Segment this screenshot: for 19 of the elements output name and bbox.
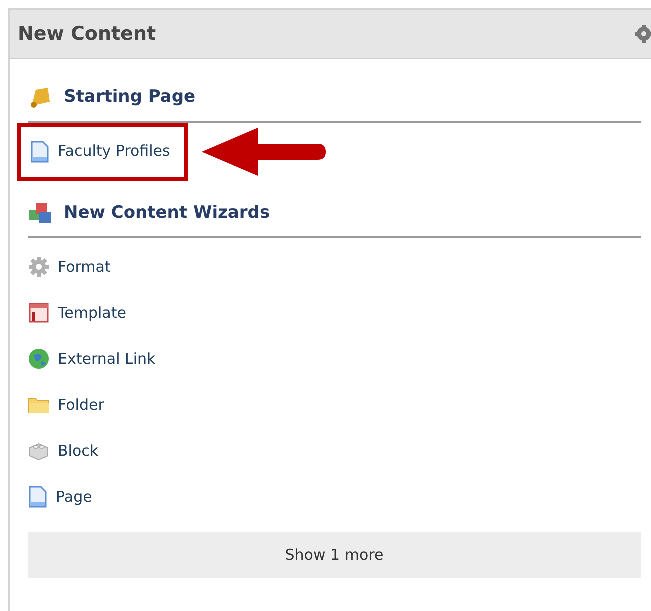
gear-icon: [28, 256, 50, 278]
page-icon: [30, 140, 50, 162]
content-link[interactable]: Template: [28, 302, 126, 324]
content-link[interactable]: Block: [28, 440, 99, 462]
section-heading: Starting Page: [64, 86, 196, 109]
settings-icon[interactable]: [633, 24, 651, 44]
template-icon: [28, 302, 50, 324]
page-icon: [28, 486, 48, 508]
globe-icon: [28, 348, 50, 370]
content-link[interactable]: Page: [28, 486, 92, 508]
arrow-icon: [202, 128, 328, 176]
content-link[interactable]: Faculty Profiles: [17, 122, 188, 180]
content-link[interactable]: Folder: [28, 394, 104, 416]
panel-title: New Content: [18, 22, 156, 47]
section-heading: New Content Wizards: [64, 202, 270, 224]
content-link[interactable]: External Link: [28, 348, 156, 370]
show-more-button[interactable]: Show 1 more: [28, 532, 641, 578]
cubes-icon: [28, 201, 54, 226]
content-link[interactable]: Format: [28, 256, 111, 278]
